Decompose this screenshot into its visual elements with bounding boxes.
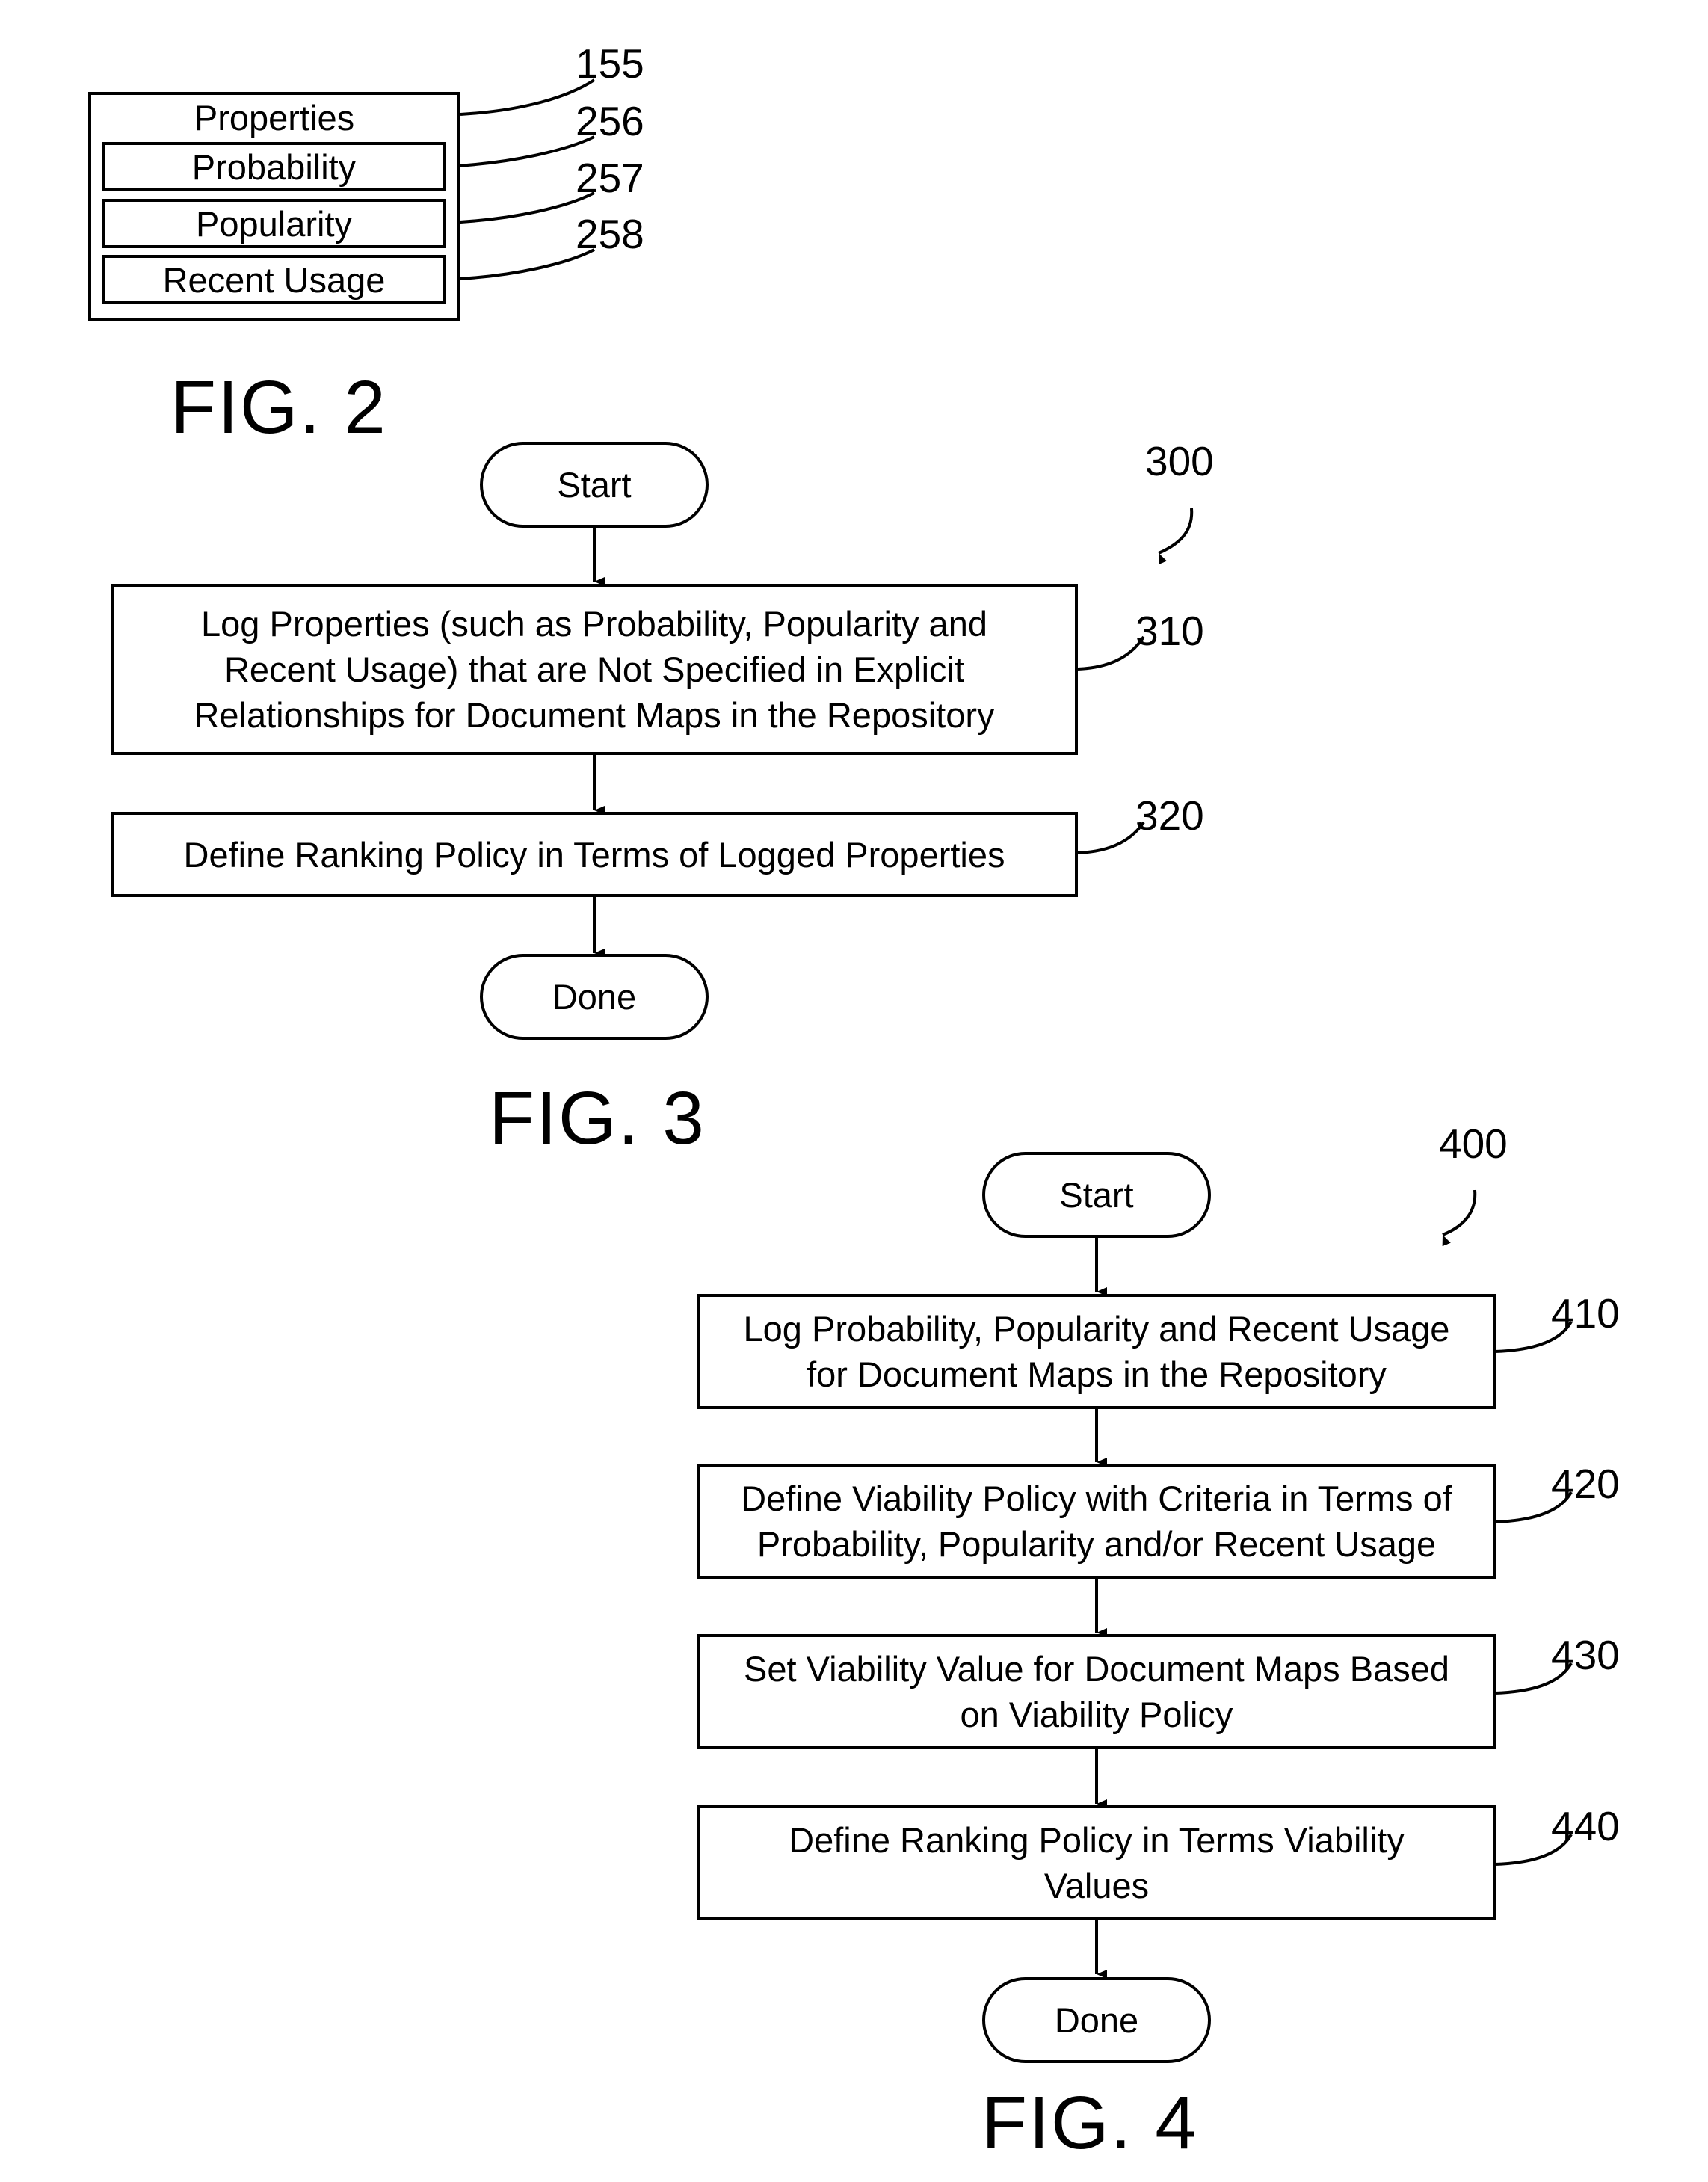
leader-310 [1077,635,1145,671]
fig3-step-320: Define Ranking Policy in Terms of Logged… [111,812,1078,897]
ref-420: 420 [1551,1461,1620,1507]
fig3-step-310: Log Properties (such as Probability, Pop… [111,584,1078,755]
fig4-step-420-text: Define Viability Policy with Criteria in… [741,1479,1452,1564]
fig4-step-430-text: Set Viability Value for Document Maps Ba… [744,1649,1449,1734]
ref-300: 300 [1145,438,1214,484]
fig4-step-440-text: Define Ranking Policy in Terms Viability… [789,1820,1405,1905]
ref-410: 410 [1551,1290,1620,1337]
fig3-start-label: Start [557,465,632,505]
ref-440: 440 [1551,1803,1620,1849]
properties-label: Properties [194,98,355,138]
ref-258: 258 [576,211,644,257]
fig4-step-420: Define Viability Policy with Criteria in… [697,1464,1496,1579]
fig4-start-terminal: Start [982,1152,1211,1238]
leader-257 [446,191,595,224]
leader-256 [446,135,595,168]
ref-300-arrow [1158,508,1194,565]
property-item-probability: Probability [102,142,446,191]
fig3-done-terminal: Done [480,954,709,1040]
fig2-title: FIG. 2 [170,366,387,449]
property-item-recent-usage: Recent Usage [102,255,446,304]
fig3-title: FIG. 3 [489,1076,706,1160]
fig3-step-320-text: Define Ranking Policy in Terms of Logged… [183,834,1005,875]
fig3-done-label: Done [552,977,637,1017]
fig4-title: FIG. 4 [981,2081,1198,2165]
ref-400: 400 [1439,1121,1508,1167]
fig3-start-terminal: Start [480,442,709,528]
leader-155 [460,78,596,116]
fig4-step-410: Log Probability, Popularity and Recent U… [697,1294,1496,1409]
leader-258 [446,248,595,281]
ref-256: 256 [576,98,644,144]
property-item-popularity: Popularity [102,199,446,248]
leader-320 [1077,821,1145,854]
fig4-step-410-text: Log Probability, Popularity and Recent U… [743,1309,1450,1394]
fig4-step-430: Set Viability Value for Document Maps Ba… [697,1634,1496,1749]
fig4-step-440: Define Ranking Policy in Terms Viability… [697,1805,1496,1920]
ref-430: 430 [1551,1632,1620,1678]
fig4-start-label: Start [1059,1175,1134,1215]
fig4-done-label: Done [1054,2000,1139,2040]
fig3-step-310-text: Log Properties (such as Probability, Pop… [194,604,995,735]
ref-400-arrow [1442,1189,1477,1247]
ref-257: 257 [576,155,644,201]
ref-320: 320 [1135,792,1204,839]
ref-155: 155 [576,40,644,87]
ref-310: 310 [1135,608,1204,654]
fig4-done-terminal: Done [982,1977,1211,2063]
